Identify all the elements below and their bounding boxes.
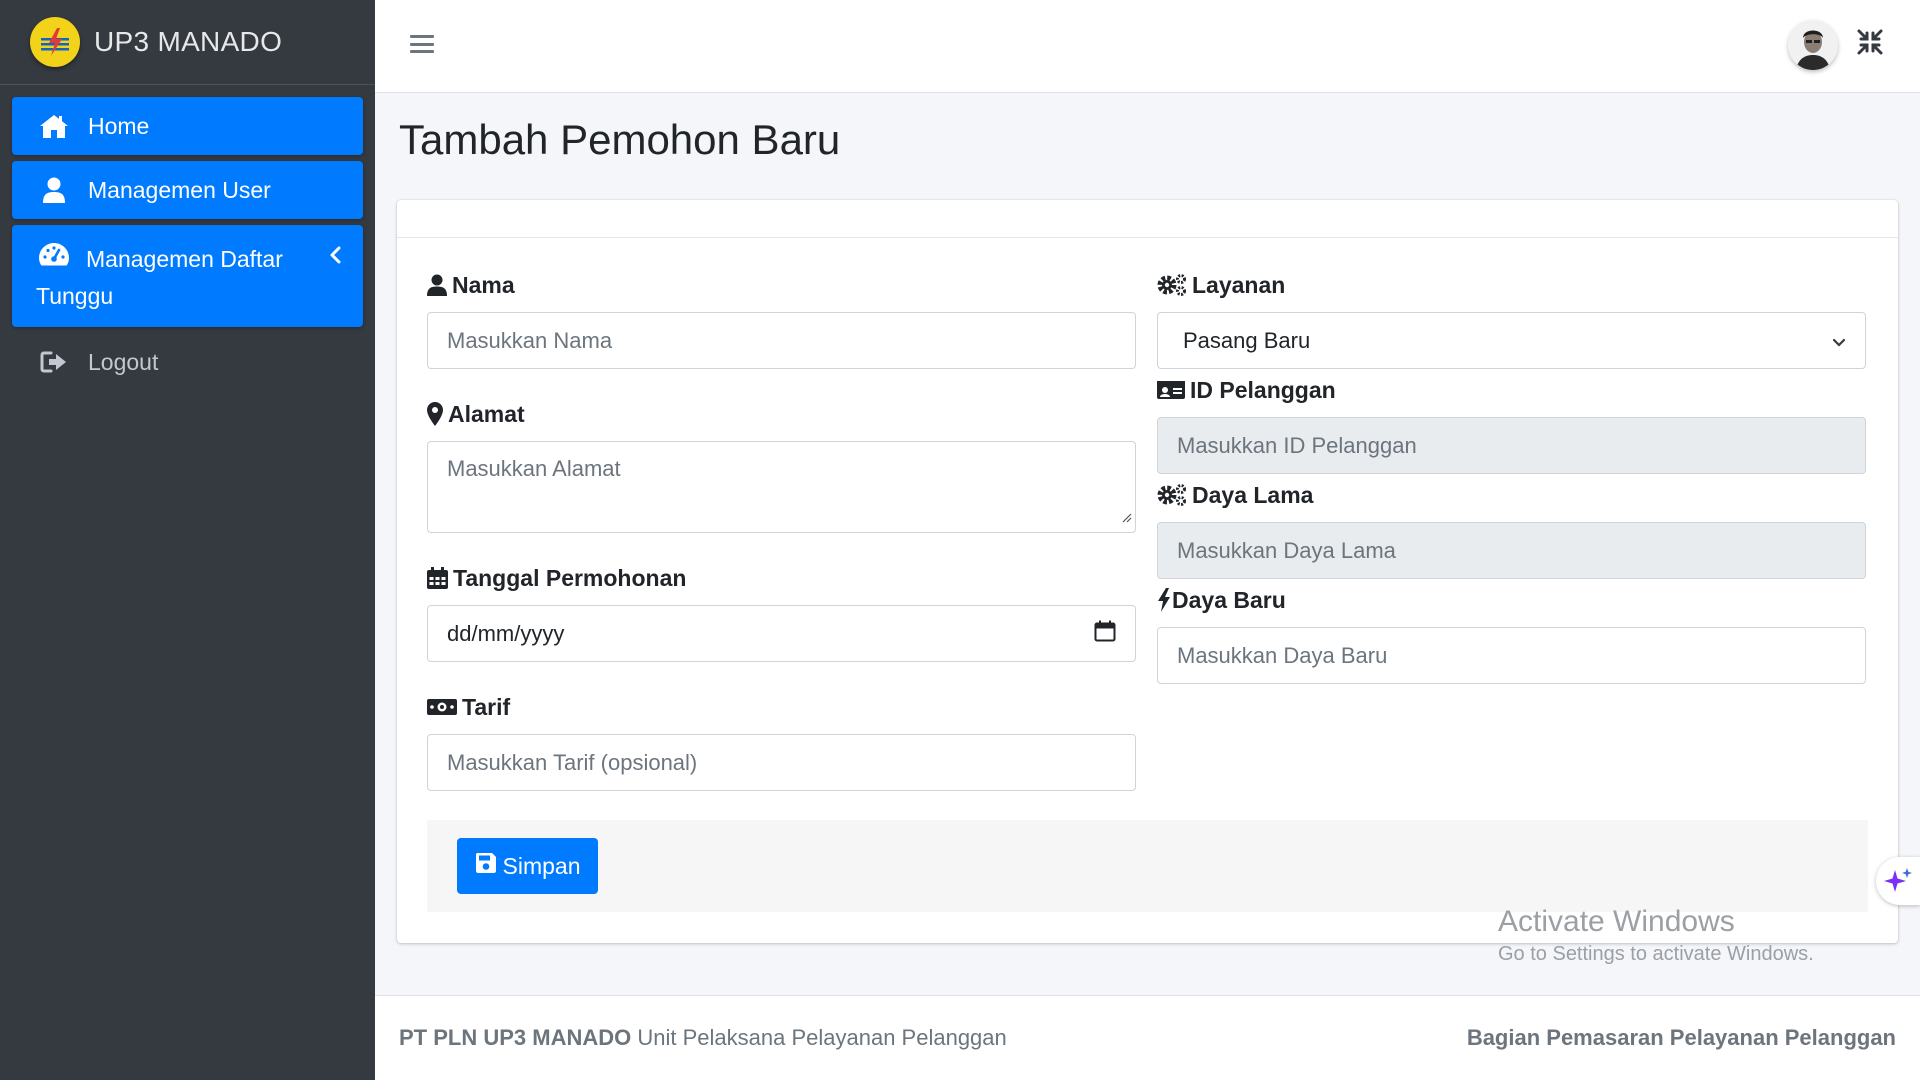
daya-lama-label-text: Daya Lama [1192,481,1314,508]
id-card-icon [1157,380,1185,400]
watermark-title: Activate Windows [1498,905,1735,938]
tarif-input[interactable]: Masukkan Tarif (opsional) [427,734,1136,791]
sparkle-assistant-button[interactable] [1876,857,1920,905]
footer-company: PT PLN UP3 MANADO [399,1025,632,1050]
alamat-placeholder: Masukkan Alamat [447,456,621,481]
layanan-selected-value: Pasang Baru [1183,327,1311,353]
form-card: Nama Masukkan Nama Alamat Masukkan Alama… [397,200,1898,943]
layanan-label: Layanan [1157,270,1866,300]
layanan-label-text: Layanan [1192,271,1286,298]
save-button-label: Simpan [502,852,581,879]
bolt-icon [1157,588,1171,612]
layanan-select[interactable]: Pasang Baru [1157,312,1866,369]
daya-lama-label: Daya Lama [1157,480,1866,510]
sidebar-item-label: Logout [88,349,159,375]
user-icon [427,274,447,296]
nama-input[interactable]: Masukkan Nama [427,312,1136,369]
windows-activation-watermark: Activate Windows Go to Settings to activ… [1498,905,1814,966]
user-icon [38,175,70,205]
brand-name: UP3 MANADO [94,26,283,57]
calendar-picker-icon[interactable] [1094,620,1116,648]
tanggal-date-input[interactable]: dd/mm/yyyy [427,605,1136,662]
money-bill-icon [427,697,457,717]
save-icon [475,852,497,880]
calendar-icon [427,567,448,589]
daya-lama-group: Daya Lama Masukkan Daya Lama [1157,480,1866,579]
tanggal-label-text: Tanggal Permohonan [453,564,687,591]
daya-baru-group: Daya Baru Masukkan Daya Baru [1157,585,1866,684]
nama-group: Nama Masukkan Nama [427,270,1136,369]
sign-out-icon [38,347,70,377]
alamat-textarea[interactable]: Masukkan Alamat [427,441,1136,533]
footer-left: PT PLN UP3 MANADO Unit Pelaksana Pelayan… [399,1025,1007,1051]
resize-handle-icon[interactable] [1120,503,1132,529]
daya-lama-placeholder: Masukkan Daya Lama [1177,537,1396,563]
id-pelanggan-placeholder: Masukkan ID Pelanggan [1177,432,1417,458]
alamat-label-text: Alamat [448,400,525,427]
alamat-group: Alamat Masukkan Alamat [427,399,1136,533]
chevron-left-icon [329,243,341,270]
id-pelanggan-group: ID Pelanggan Masukkan ID Pelanggan [1157,375,1866,474]
sidebar-item-label: Home [88,113,150,139]
layanan-group: Layanan Pasang Baru [1157,270,1866,369]
tarif-placeholder: Masukkan Tarif (opsional) [447,749,698,775]
compress-icon[interactable] [1856,28,1884,56]
brand-link[interactable]: UP3 MANADO [0,0,375,85]
sparkle-icon [1884,868,1912,892]
alamat-label: Alamat [427,399,1136,429]
topbar [375,0,1920,93]
watermark-subtitle: Go to Settings to activate Windows. [1498,943,1814,965]
map-marker-icon [427,402,443,426]
tanggal-label: Tanggal Permohonan [427,563,1136,593]
home-icon [38,111,70,141]
daya-baru-input[interactable]: Masukkan Daya Baru [1157,627,1866,684]
card-footer: Simpan [427,820,1868,912]
nama-placeholder: Masukkan Nama [447,327,613,353]
page-footer: PT PLN UP3 MANADO Unit Pelaksana Pelayan… [375,995,1920,1080]
sidebar-item-label: Managemen Daftar Tunggu [36,246,283,309]
tarif-label: Tarif [427,692,1136,722]
page-title: Tambah Pemohon Baru [399,116,841,163]
sidebar-item-home[interactable]: Home [12,97,363,155]
tanggal-value: dd/mm/yyyy [447,620,565,646]
daya-baru-placeholder: Masukkan Daya Baru [1177,642,1388,668]
card-header [397,200,1898,238]
tanggal-group: Tanggal Permohonan dd/mm/yyyy [427,563,1136,662]
tarif-label-text: Tarif [462,693,511,720]
footer-right: Bagian Pemasaran Pelayanan Pelanggan [1466,1025,1896,1050]
hamburger-icon[interactable] [410,33,434,55]
save-button[interactable]: Simpan [457,838,598,894]
sidebar: UP3 MANADO Home Managemen User Managemen… [0,0,375,1080]
sidebar-item-logout[interactable]: Logout [12,333,363,391]
daya-baru-label-text: Daya Baru [1172,586,1286,613]
chevron-down-icon [1832,328,1846,354]
nama-label: Nama [427,270,1136,300]
tarif-group: Tarif Masukkan Tarif (opsional) [427,692,1136,791]
cogs-icon [1157,483,1187,507]
nama-label-text: Nama [452,271,515,298]
pln-logo-icon [30,17,80,67]
daya-lama-input[interactable]: Masukkan Daya Lama [1157,522,1866,579]
sidebar-item-label: Managemen User [88,177,271,203]
daya-baru-label: Daya Baru [1157,585,1866,615]
id-pelanggan-label-text: ID Pelanggan [1190,376,1336,403]
id-pelanggan-label: ID Pelanggan [1157,375,1866,405]
cogs-icon [1157,273,1187,297]
footer-unit: Unit Pelaksana Pelayanan Pelanggan [637,1025,1007,1050]
sidebar-nav: Home Managemen User Managemen Daftar Tun… [0,85,375,391]
sidebar-item-managemen-user[interactable]: Managemen User [12,161,363,219]
sidebar-item-managemen-daftar-tunggu[interactable]: Managemen Daftar Tunggu [12,225,363,327]
user-avatar[interactable] [1788,20,1838,70]
id-pelanggan-input[interactable]: Masukkan ID Pelanggan [1157,417,1866,474]
